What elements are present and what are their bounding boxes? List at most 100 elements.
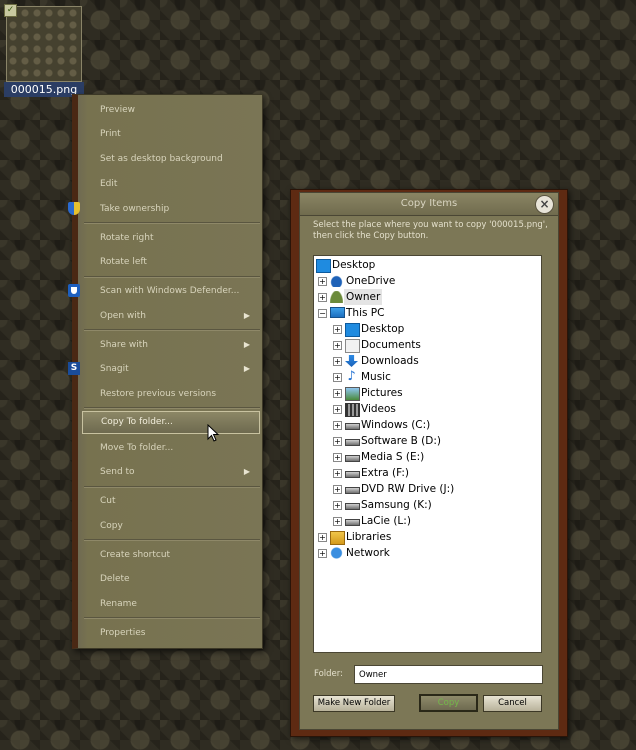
network-icon (330, 547, 343, 559)
menu-item-rename[interactable]: Rename (82, 593, 258, 615)
menu-item-properties[interactable]: Properties (82, 622, 258, 644)
tree-item-label: Documents (361, 339, 421, 351)
menu-item-label: Create shortcut (100, 550, 171, 560)
checkbox-icon[interactable]: ✓ (4, 4, 17, 17)
menu-item-send-to[interactable]: Send to ▶ (82, 461, 258, 483)
tree-item-label: Media S (E:) (361, 451, 425, 463)
pictures-icon (345, 387, 360, 401)
expand-icon[interactable]: + (318, 533, 327, 542)
make-new-folder-button[interactable]: Make New Folder (313, 695, 395, 712)
expand-icon[interactable]: + (333, 389, 342, 398)
expand-icon[interactable]: + (333, 501, 342, 510)
drive-icon (345, 455, 360, 462)
snagit-icon: S (68, 362, 80, 375)
expand-icon[interactable]: + (333, 485, 342, 494)
menu-item-label: Edit (100, 179, 118, 189)
menu-item-create-shortcut[interactable]: Create shortcut (82, 544, 258, 566)
collapse-icon[interactable]: − (318, 309, 327, 318)
tree-item-label: Network (346, 547, 390, 559)
menu-item-print[interactable]: Print (82, 123, 258, 145)
tree-item-label: Music (361, 371, 391, 383)
menu-item-move-to-folder[interactable]: Move To folder... (82, 437, 258, 459)
expand-icon[interactable]: + (318, 277, 327, 286)
tree-item-label: Samsung (K:) (361, 499, 432, 511)
menu-separator (84, 617, 260, 619)
menu-item-open-with[interactable]: Open with ▶ (82, 305, 258, 327)
menu-item-label: Rotate left (100, 257, 147, 267)
expand-icon[interactable]: + (333, 341, 342, 350)
menu-separator (84, 486, 260, 488)
videos-icon (345, 403, 360, 417)
expand-icon[interactable]: + (333, 373, 342, 382)
tree-item-label: Libraries (346, 531, 392, 543)
menu-item-cut[interactable]: Cut (82, 490, 258, 512)
desktop-icon (345, 323, 360, 337)
tree-item-label: Videos (361, 403, 396, 415)
menu-item-scan-defender[interactable]: Scan with Windows Defender... (68, 280, 258, 302)
drive-icon (345, 471, 360, 478)
menu-item-delete[interactable]: Delete (82, 568, 258, 590)
expand-icon[interactable]: + (333, 405, 342, 414)
drive-icon (345, 519, 360, 526)
image-thumbnail (6, 6, 82, 82)
drive-icon (345, 423, 360, 430)
tree-item-label: Software B (D:) (361, 435, 441, 447)
expand-icon[interactable]: + (318, 549, 327, 558)
menu-item-preview[interactable]: Preview (82, 99, 258, 121)
menu-item-label: Print (100, 129, 121, 139)
tree-item-label: Windows (C:) (361, 419, 431, 431)
menu-item-label: Rotate right (100, 233, 154, 243)
folder-label: Folder: (314, 669, 343, 679)
menu-item-label: Take ownership (100, 204, 170, 214)
menu-item-label: Cut (100, 496, 116, 506)
menu-item-rotate-left[interactable]: Rotate left (82, 251, 258, 273)
menu-separator (84, 407, 260, 409)
menu-item-set-background[interactable]: Set as desktop background (82, 148, 258, 170)
folder-input[interactable] (354, 665, 543, 684)
expand-icon[interactable]: + (333, 421, 342, 430)
dialog-title: Copy Items (300, 193, 558, 216)
menu-item-label: Restore previous versions (100, 389, 217, 399)
context-menu: Preview Print Set as desktop background … (68, 94, 263, 649)
menu-separator (84, 329, 260, 331)
libraries-icon (330, 531, 345, 545)
menu-item-take-ownership[interactable]: Take ownership (68, 198, 258, 220)
cancel-button[interactable]: Cancel (483, 695, 542, 712)
menu-item-restore-versions[interactable]: Restore previous versions (82, 383, 258, 405)
submenu-arrow-icon: ▶ (243, 340, 250, 349)
expand-icon[interactable]: + (333, 453, 342, 462)
menu-item-rotate-right[interactable]: Rotate right (82, 227, 258, 249)
copy-button[interactable]: Copy (419, 694, 478, 712)
mouse-cursor-icon (207, 424, 220, 442)
expand-icon[interactable]: + (318, 293, 327, 302)
drive-icon (345, 503, 360, 510)
windows-defender-icon (68, 284, 80, 297)
dialog-description: Select the place where you want to copy … (313, 220, 548, 241)
folder-tree: Desktop + OneDrive + Owner − This PC + D… (313, 255, 542, 653)
tree-item-label: Extra (F:) (361, 467, 410, 479)
close-icon[interactable]: × (535, 195, 554, 214)
menu-separator (84, 276, 260, 278)
expand-icon[interactable]: + (333, 325, 342, 334)
menu-item-label: Snagit (100, 364, 129, 374)
user-folder-icon (330, 291, 343, 303)
menu-item-copy-to-folder[interactable]: Copy To folder... (82, 411, 260, 434)
submenu-arrow-icon: ▶ (243, 364, 250, 373)
tree-item-label: Pictures (361, 387, 403, 399)
menu-item-label: Copy To folder... (101, 417, 173, 427)
menu-item-edit[interactable]: Edit (82, 173, 258, 195)
submenu-arrow-icon: ▶ (243, 467, 250, 476)
documents-icon (345, 339, 360, 353)
expand-icon[interactable]: + (333, 357, 342, 366)
menu-item-snagit[interactable]: S Snagit ▶ (68, 358, 258, 380)
menu-item-label: Copy (100, 521, 123, 531)
expand-icon[interactable]: + (333, 469, 342, 478)
dvd-drive-icon (345, 487, 360, 494)
menu-item-share-with[interactable]: Share with ▶ (82, 334, 258, 356)
expand-icon[interactable]: + (333, 437, 342, 446)
menu-item-label: Share with (100, 340, 148, 350)
menu-item-copy[interactable]: Copy (82, 515, 258, 537)
tree-item-label: Desktop (361, 323, 405, 335)
expand-icon[interactable]: + (333, 517, 342, 526)
menu-item-label: Preview (100, 105, 136, 115)
